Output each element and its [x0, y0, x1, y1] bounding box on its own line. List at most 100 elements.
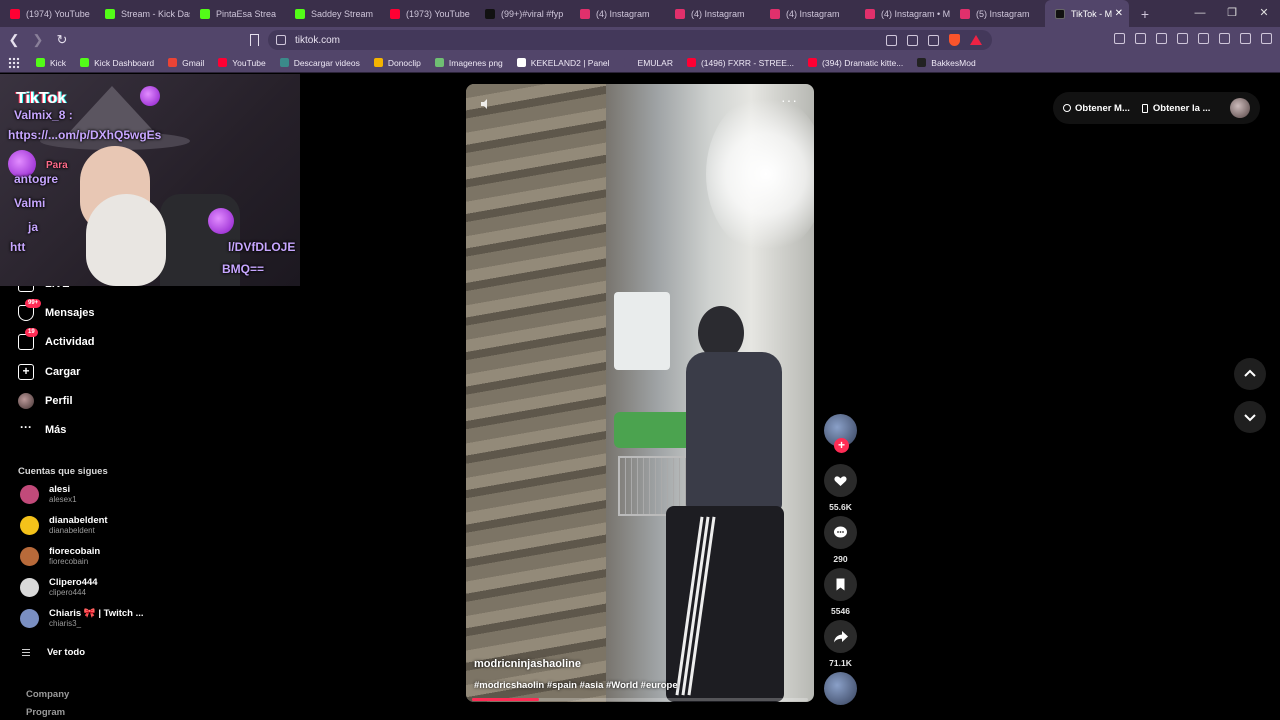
tab[interactable]: (4) Instagram — [665, 0, 760, 27]
previous-video-button[interactable] — [1234, 358, 1266, 390]
sidebar-item-profile[interactable]: Perfil — [18, 393, 73, 409]
creator-avatar-image: + — [824, 414, 857, 453]
tab-label: Stream - Kick Das — [121, 8, 190, 19]
bookmark-item[interactable]: EMULAR — [623, 58, 673, 68]
following-item[interactable]: dianabeldent dianabeldent — [20, 515, 108, 535]
tab[interactable]: (4) Instagram • M — [855, 0, 950, 27]
restore-icon[interactable]: ❐ — [1216, 0, 1248, 27]
bookmark-item[interactable]: (1496) FXRR - STREE... — [686, 58, 794, 68]
bookmark-item[interactable]: Kick — [36, 58, 66, 68]
get-app-button[interactable]: Obtener la ... — [1141, 103, 1210, 114]
bookmark-favicon-icon — [808, 58, 818, 67]
close-window-icon[interactable]: ✕ — [1248, 0, 1280, 27]
bookmark-icon[interactable] — [250, 34, 259, 46]
share-icon[interactable] — [928, 34, 939, 46]
apps-grid-icon[interactable] — [8, 56, 20, 69]
footer-link-company[interactable]: Company — [26, 689, 69, 700]
tab[interactable]: (4) Instagram — [760, 0, 855, 27]
tab-active[interactable]: TikTok - M ✕ — [1045, 0, 1129, 27]
next-video-button[interactable] — [1234, 401, 1266, 433]
sidebar-item-activity[interactable]: 19 Actividad — [18, 328, 95, 350]
video-player[interactable]: ··· modricninjashaoline #modricshaolin #… — [466, 84, 814, 702]
no-tracking-icon[interactable] — [886, 34, 897, 46]
get-coins-button[interactable]: Obtener M... — [1063, 103, 1130, 114]
video-author[interactable]: modricninjashaoline — [474, 658, 581, 670]
media-icon[interactable] — [1156, 33, 1167, 44]
heart-icon — [824, 464, 857, 497]
sidebar-item-label: Más — [45, 424, 67, 436]
bookmark-item[interactable]: Donoclip — [373, 57, 421, 68]
reload-icon[interactable]: ↻ — [52, 32, 72, 48]
tab[interactable]: (4) Instagram — [570, 0, 665, 27]
bookmark-item[interactable]: Kick Dashboard — [80, 58, 154, 68]
like-button[interactable]: 55.6K — [824, 464, 857, 512]
bookmark-item[interactable]: Descargar videos — [279, 58, 360, 68]
tab-favicon-icon — [770, 8, 780, 19]
sidebar-item-upload[interactable]: + Cargar — [18, 364, 80, 380]
translate-icon[interactable] — [907, 34, 918, 46]
sidebar-toggle-icon[interactable] — [1177, 33, 1188, 44]
person-figure — [666, 306, 806, 702]
bookmark-item[interactable]: Gmail — [168, 58, 204, 68]
potion-orb-icon — [140, 86, 160, 106]
tab[interactable]: (5) Instagram — [950, 0, 1045, 27]
tab[interactable]: Stream - Kick Das — [95, 0, 190, 27]
tab[interactable]: (1974) YouTube — [0, 0, 95, 27]
video-hashtags[interactable]: #modricshaolin #spain #asia #World #euro… — [474, 680, 678, 691]
following-item[interactable]: Clipero444 clipero444 — [20, 577, 98, 597]
vpn-icon[interactable] — [1240, 33, 1251, 44]
share-button[interactable]: 71.1K — [824, 620, 857, 668]
beard — [86, 194, 166, 286]
following-item[interactable]: fiorecobain fiorecobain — [20, 546, 100, 566]
footer-link-program[interactable]: Program — [26, 707, 65, 718]
following-name: Clipero444 — [49, 577, 98, 588]
following-item[interactable]: Chiaris 🎀 | Twitch ... chiaris3_ — [20, 608, 144, 628]
see-all-link[interactable]: Ver todo — [22, 647, 85, 658]
user-avatar[interactable] — [1230, 98, 1250, 118]
screenshot-icon[interactable] — [1135, 33, 1146, 44]
more-options-icon[interactable]: ··· — [781, 92, 798, 108]
following-item[interactable]: alesi alesex1 — [20, 484, 77, 504]
chat-line: htt — [10, 240, 26, 254]
following-text: dianabeldent dianabeldent — [49, 515, 108, 535]
bookmarks-list: Kick Kick Dashboard Gmail YouTube Descargar … — [36, 58, 990, 68]
sidebar-item-label: Cargar — [45, 366, 81, 378]
extensions-icon[interactable] — [1114, 33, 1125, 44]
tab[interactable]: Saddey Stream — [285, 0, 380, 27]
tab[interactable]: PintaEsa Strea — [190, 0, 285, 27]
brave-shields-icon[interactable] — [949, 34, 960, 46]
sidebar-item-label: Actividad — [45, 336, 95, 348]
bookmark-item[interactable]: BakkesMod — [917, 58, 976, 68]
tab[interactable]: (99+)#viral #fyp — [475, 0, 570, 27]
creator-avatar[interactable]: + — [824, 414, 857, 453]
save-button[interactable]: 5546 — [824, 568, 857, 616]
sound-disc[interactable] — [824, 672, 857, 705]
sidebar-item-label: Perfil — [45, 395, 73, 407]
forward-icon[interactable]: ❯ — [28, 32, 48, 48]
sidebar-item-more[interactable]: ··· Más — [18, 421, 67, 438]
bookmark-item[interactable]: (394) Dramatic kitte... — [808, 58, 903, 68]
new-tab-button[interactable]: + — [1135, 6, 1155, 22]
follow-plus-icon[interactable]: + — [834, 438, 849, 453]
bookmark-item[interactable]: Imagenes png — [434, 58, 503, 68]
bookmark-item[interactable]: YouTube — [218, 58, 266, 68]
wallet-icon[interactable] — [1198, 33, 1209, 44]
url-bar[interactable]: tiktok.com — [268, 30, 992, 50]
back-icon[interactable]: ❮ — [4, 32, 24, 48]
sidebar-item-messages[interactable]: 99+ Mensajes — [18, 299, 95, 321]
following-avatar — [20, 546, 39, 566]
bookmark-label: Donoclip — [387, 57, 421, 68]
site-info-icon[interactable] — [276, 35, 286, 45]
minimize-icon[interactable]: — — [1184, 0, 1216, 27]
volume-icon[interactable] — [480, 98, 492, 110]
leo-ai-icon[interactable] — [1219, 33, 1230, 44]
close-tab-icon[interactable]: ✕ — [1115, 8, 1123, 19]
person-legs — [666, 506, 784, 702]
menu-icon[interactable] — [1261, 33, 1272, 44]
bookmark-item[interactable]: KEKELAND2 | Panel — [516, 58, 610, 68]
following-avatar — [20, 608, 39, 628]
comment-button[interactable]: 290 — [824, 516, 857, 564]
tab[interactable]: (1973) YouTube — [380, 0, 475, 27]
brave-rewards-icon[interactable] — [970, 35, 982, 45]
following-avatar — [20, 484, 39, 504]
